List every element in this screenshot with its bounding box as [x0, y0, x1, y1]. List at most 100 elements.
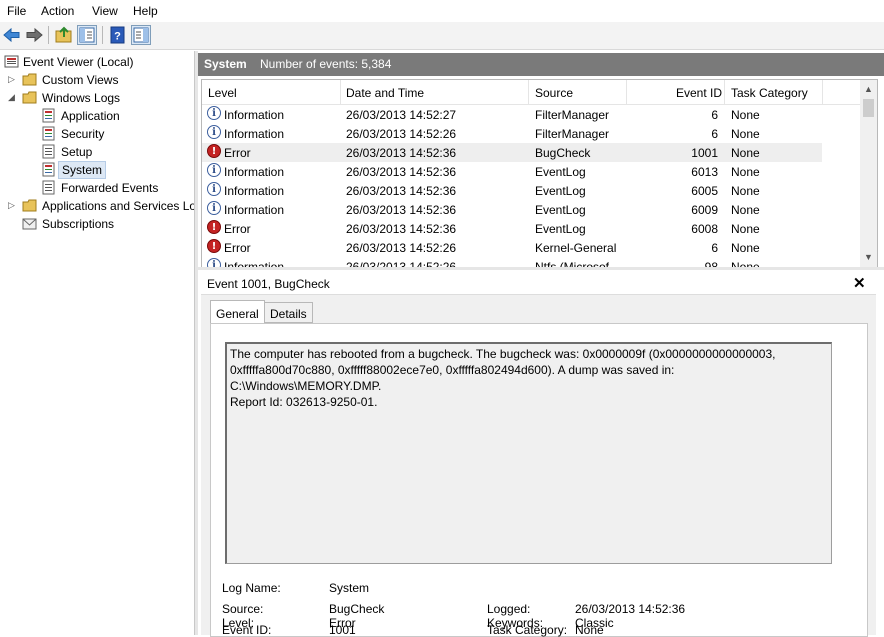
general-panel: The computer has rebooted from a bugchec…	[210, 323, 868, 637]
cell-event-id: 6009	[691, 203, 718, 217]
scroll-thumb[interactable]	[863, 99, 874, 117]
table-row[interactable]: i Information 26/03/2013 14:52:36 EventLog 6…	[202, 181, 822, 200]
event-list: Level Date and Time Source Event ID Task…	[201, 79, 878, 268]
tree-label: System	[58, 161, 107, 179]
column-date[interactable]: Date and Time	[346, 86, 424, 100]
tab-general[interactable]: General	[210, 300, 265, 324]
tree-root-label: Event Viewer (Local)	[23, 55, 134, 69]
cell-source: Kernel-General	[535, 241, 617, 255]
column-separator[interactable]	[822, 80, 823, 104]
tree-item-windows-logs[interactable]: ◢ Windows Logs	[0, 89, 194, 107]
table-row[interactable]: ! Error 26/03/2013 14:52:36 EventLog 6008 Non…	[202, 219, 822, 238]
expand-arrow-icon[interactable]: ▷	[8, 74, 18, 84]
tree-item-setup[interactable]: Setup	[0, 143, 194, 161]
tree-item-security[interactable]: Security	[0, 125, 194, 143]
forward-button[interactable]	[24, 25, 44, 45]
table-row[interactable]: i Information 26/03/2013 14:52:36 EventLog 6…	[202, 162, 822, 181]
cell-source: EventLog	[535, 184, 586, 198]
table-row[interactable]: i Information 26/03/2013 14:52:27 FilterMan…	[202, 105, 822, 124]
log-icon	[41, 108, 56, 123]
table-row[interactable]: ! Error 26/03/2013 14:52:26 Kernel-General 6…	[202, 238, 822, 257]
folder-icon	[22, 90, 37, 105]
cell-date: 26/03/2013 14:52:36	[346, 222, 457, 236]
cell-date: 26/03/2013 14:52:36	[346, 203, 457, 217]
help-button[interactable]: ?	[108, 25, 128, 45]
expand-arrow-icon[interactable]: ▷	[8, 200, 18, 210]
column-separator[interactable]	[340, 80, 341, 104]
cell-source: FilterManager	[535, 108, 610, 122]
cell-level: Information	[224, 108, 285, 122]
column-task-category[interactable]: Task Category	[731, 86, 808, 100]
cell-level: Error	[224, 222, 251, 236]
cell-task-category: None	[731, 222, 760, 236]
event-viewer-icon	[4, 54, 19, 69]
source-value: BugCheck	[329, 602, 385, 616]
cell-event-id: 6	[711, 108, 718, 122]
column-level[interactable]: Level	[208, 86, 237, 100]
menu-view[interactable]: View	[92, 4, 118, 18]
cell-date: 26/03/2013 14:52:36	[346, 165, 457, 179]
cell-task-category: None	[731, 108, 760, 122]
tree-item-system[interactable]: System	[0, 161, 194, 179]
column-separator[interactable]	[626, 80, 627, 104]
detail-splitter[interactable]	[198, 267, 884, 270]
table-row[interactable]: i Information 26/03/2013 14:52:26 FilterMan…	[202, 124, 822, 143]
close-icon[interactable]: ✕	[853, 274, 866, 292]
tree-label: Subscriptions	[42, 217, 115, 231]
tree-root[interactable]: Event Viewer (Local)	[0, 53, 194, 71]
show-hide-tree-button[interactable]	[77, 25, 97, 45]
cell-date: 26/03/2013 14:52:36	[346, 184, 457, 198]
pane-splitter[interactable]	[195, 51, 198, 635]
info-icon: i	[207, 106, 221, 120]
help-book-icon: ?	[110, 26, 125, 44]
menu-file[interactable]: File	[7, 4, 26, 18]
cell-date: 26/03/2013 14:52:27	[346, 108, 457, 122]
vertical-scrollbar[interactable]: ▲ ▼	[860, 80, 877, 267]
cell-event-id: 6005	[691, 184, 718, 198]
keywords-label: Keywords:	[487, 616, 544, 630]
toolbar: ?	[0, 22, 884, 50]
cell-source: EventLog	[535, 222, 586, 236]
detail-body: General Details The computer has reboote…	[201, 295, 876, 637]
back-button[interactable]	[2, 25, 22, 45]
log-name-label: Log Name:	[222, 581, 281, 595]
logged-value: 26/03/2013 14:52:36	[575, 602, 686, 616]
event-message[interactable]: The computer has rebooted from a bugchec…	[225, 342, 832, 564]
cell-event-id: 6	[711, 241, 718, 255]
up-folder-button[interactable]	[54, 25, 74, 45]
menu-help[interactable]: Help	[133, 4, 158, 18]
cell-date: 26/03/2013 14:52:36	[346, 146, 457, 160]
table-row[interactable]: ! Error 26/03/2013 14:52:36 BugCheck 1001 Non…	[202, 143, 822, 162]
column-source[interactable]: Source	[535, 86, 573, 100]
scroll-up-icon[interactable]: ▲	[864, 84, 873, 94]
tree-item-apps-services[interactable]: ▷ Applications and Services Lo	[0, 197, 194, 215]
cell-source: BugCheck	[535, 146, 591, 160]
cell-level: Information	[224, 165, 285, 179]
tree-item-forwarded-events[interactable]: Forwarded Events	[0, 179, 194, 197]
show-action-pane-button[interactable]	[131, 25, 151, 45]
info-icon: i	[207, 182, 221, 196]
cell-level: Information	[224, 127, 285, 141]
cell-task-category: None	[731, 241, 760, 255]
error-icon: !	[207, 239, 221, 253]
tree-item-custom-views[interactable]: ▷ Custom Views	[0, 71, 194, 89]
tree-item-application[interactable]: Application	[0, 107, 194, 125]
collapse-arrow-icon[interactable]: ◢	[8, 92, 18, 102]
table-row[interactable]: i Information 26/03/2013 14:52:36 EventLog 6…	[202, 200, 822, 219]
folder-icon	[22, 198, 37, 213]
menu-bar: File Action View Help	[0, 0, 884, 22]
column-separator[interactable]	[724, 80, 725, 104]
tab-details[interactable]: Details	[264, 302, 313, 323]
svg-text:?: ?	[114, 31, 121, 43]
cell-source: EventLog	[535, 203, 586, 217]
tree-label: Applications and Services Lo	[42, 199, 195, 213]
log-title: System	[204, 57, 247, 71]
cell-date: 26/03/2013 14:52:26	[346, 241, 457, 255]
column-separator[interactable]	[528, 80, 529, 104]
message-line: 0xfffffa800d70c880, 0xfffff88002ece7e0, …	[230, 363, 675, 393]
forward-arrow-icon	[26, 27, 43, 43]
menu-action[interactable]: Action	[41, 4, 74, 18]
scroll-down-icon[interactable]: ▼	[864, 252, 873, 262]
tree-item-subscriptions[interactable]: Subscriptions	[0, 215, 194, 233]
column-event-id[interactable]: Event ID	[676, 86, 722, 100]
